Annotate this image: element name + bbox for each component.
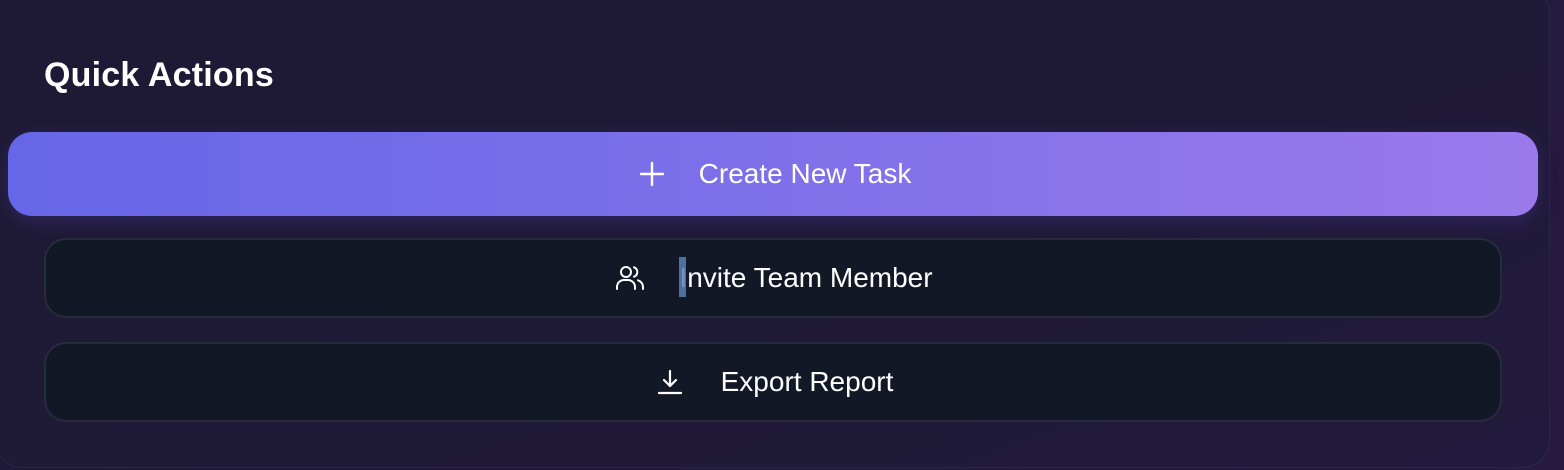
panel-title: Quick Actions [44, 56, 274, 94]
export-report-button[interactable]: Export Report [44, 342, 1502, 422]
invite-team-member-label: Invite Team Member [679, 262, 933, 293]
text-cursor [679, 257, 687, 297]
invite-team-member-button[interactable]: Invite Team Member [44, 238, 1502, 318]
plus-icon [635, 157, 669, 191]
download-icon [653, 365, 687, 399]
export-report-label: Export Report [720, 366, 894, 397]
users-icon [613, 261, 647, 295]
create-new-task-label: Create New Task [698, 158, 912, 189]
create-new-task-button[interactable]: Create New Task [8, 132, 1538, 216]
page: Quick Actions Create New Task Invite Tea… [0, 0, 1564, 470]
